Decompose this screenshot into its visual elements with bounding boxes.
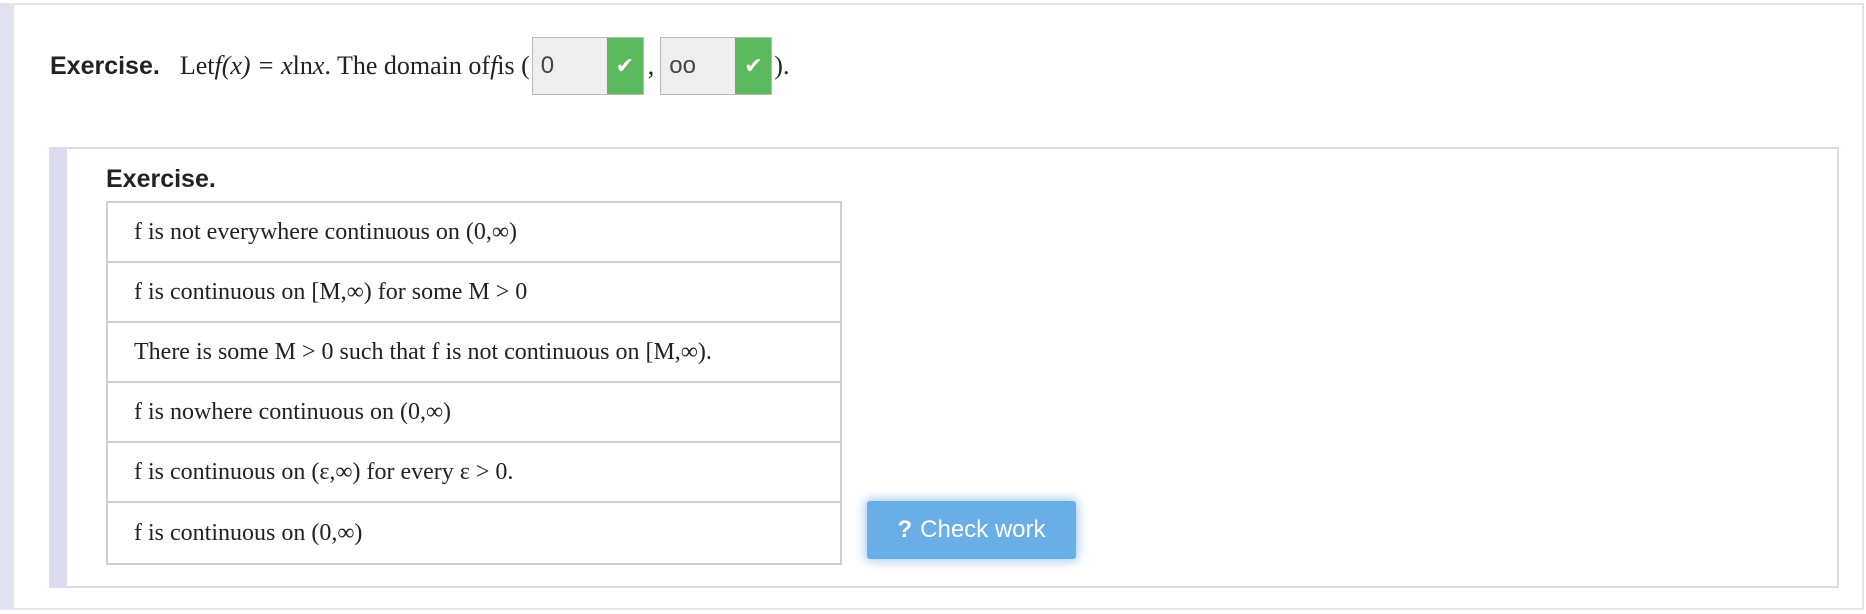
check-icon: ✔ [735,38,772,94]
choice-list: f is not everywhere continuous on (0,∞) … [106,201,842,565]
check-work-button[interactable]: ? Check work [867,501,1076,559]
function-name-2: f [490,51,498,80]
choice-item[interactable]: f is continuous on (0,∞) [108,503,840,563]
question-mark-icon: ? [897,516,913,543]
choice-item[interactable]: f is continuous on [M,∞) for some M > 0 [108,263,840,323]
answer-blank-1: ✔ [531,37,644,95]
statement-suffix: ). [774,51,790,80]
answer-input-1[interactable] [532,38,607,94]
choice-item[interactable]: f is continuous on (ε,∞) for every ε > 0… [108,443,840,503]
function-name: f [214,51,222,80]
inner-exercise-title: Exercise. [106,165,216,193]
exercise-frame: Exercise. Let f (x) = x ln x . The domai… [0,3,1864,610]
inner-exercise: Exercise. f is not everywhere continuous… [49,147,1839,588]
ln-operator: ln [292,51,313,80]
check-icon: ✔ [606,38,643,94]
choice-item[interactable]: There is some M > 0 such that f is not c… [108,323,840,383]
answer-blank-2: ✔ [660,37,773,95]
check-work-label: Check work [920,516,1046,543]
exercise-label: Exercise. [50,51,160,80]
function-variable: x [312,51,325,80]
statement-prefix: Let [179,51,215,80]
function-definition: (x) = x [221,51,293,80]
choice-item[interactable]: f is nowhere continuous on (0,∞) [108,383,840,443]
exercise-statement: Exercise. Let f (x) = x ln x . The domai… [50,35,789,97]
comma: , [647,51,655,80]
choice-item[interactable]: f is not everywhere continuous on (0,∞) [108,203,840,263]
domain-text: . The domain of [324,51,491,80]
answer-input-2[interactable] [661,38,736,94]
is-text: is ( [497,51,530,80]
